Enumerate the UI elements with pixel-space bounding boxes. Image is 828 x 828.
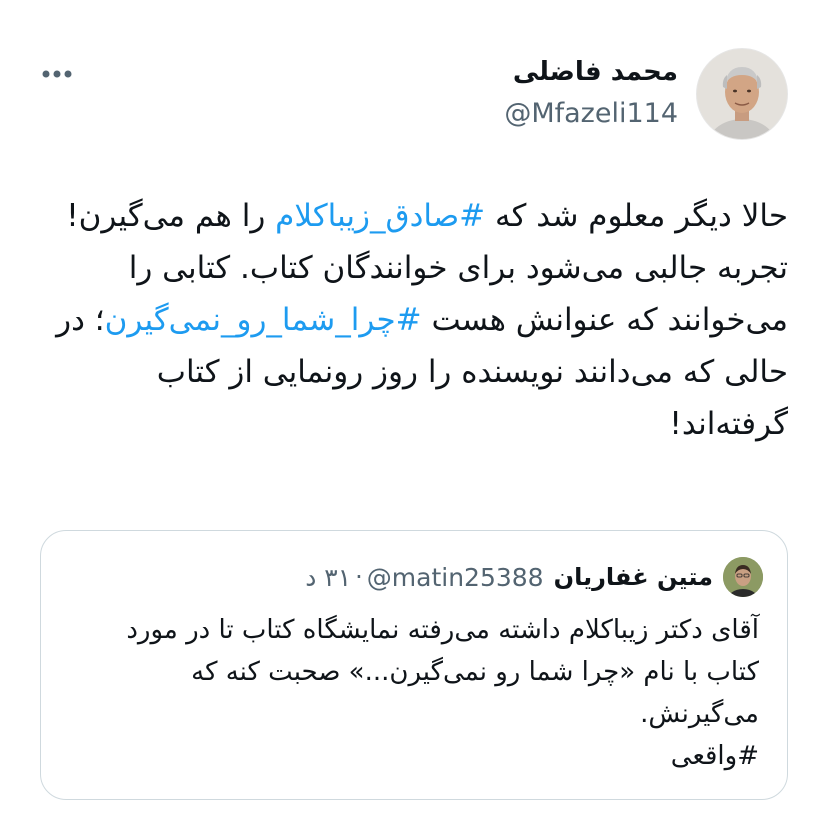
tweet-paragraph-1: حالا دیگر معلوم شد که #صادق_زیباکلام را … bbox=[40, 190, 788, 242]
quoted-tweet-text: آقای دکتر زیباکلام داشته می‌رفته نمایشگا… bbox=[69, 609, 759, 777]
quoted-tweet-time[interactable]: ۳۱ د bbox=[305, 563, 351, 592]
quoted-author-display-name[interactable]: متین غفاریان bbox=[554, 563, 713, 591]
quoted-tweet-header: متین غفاریان @matin25388 · ۳۱ د bbox=[65, 555, 763, 599]
tweet-text: حالا دیگر معلوم شد که #صادق_زیباکلام را … bbox=[40, 190, 788, 450]
quoted-author-avatar[interactable] bbox=[723, 557, 763, 597]
more-horizontal-icon[interactable] bbox=[40, 54, 80, 94]
tweet-text-segment: حالا دیگر معلوم شد که bbox=[485, 198, 788, 234]
separator-dot: · bbox=[355, 563, 363, 591]
tweet-paragraph-2: تجربه جالبی می‌شود برای خوانندگان کتاب. … bbox=[40, 242, 788, 450]
quoted-tweet[interactable]: متین غفاریان @matin25388 · ۳۱ د آقای دکت… bbox=[40, 530, 788, 800]
author-names: محمد فاضلی @Mfazeli114 bbox=[504, 54, 678, 134]
quoted-tweet-paragraph: آقای دکتر زیباکلام داشته می‌رفته نمایشگا… bbox=[126, 615, 759, 729]
tweet-text-segment: را هم می‌گیرن! bbox=[66, 198, 276, 234]
tweet-card: محمد فاضلی @Mfazeli114 حالا دیگر معلوم ش… bbox=[0, 0, 828, 828]
quoted-author-handle[interactable]: @matin25388 bbox=[367, 563, 544, 592]
author-avatar-image bbox=[697, 49, 787, 139]
hashtag-link[interactable]: #چرا_شما_رو_نمی‌گیرن bbox=[105, 302, 422, 338]
author-display-name[interactable]: محمد فاضلی bbox=[504, 54, 678, 90]
tweet-header: محمد فاضلی @Mfazeli114 bbox=[40, 48, 788, 144]
author-avatar[interactable] bbox=[696, 48, 788, 140]
hashtag-text[interactable]: #واقعی bbox=[671, 741, 759, 771]
quoted-author-avatar-image bbox=[723, 557, 763, 597]
author-handle[interactable]: @Mfazeli114 bbox=[504, 94, 678, 134]
quoted-tweet-hashtag: #واقعی bbox=[69, 735, 759, 777]
hashtag-link[interactable]: #صادق_زیباکلام bbox=[275, 198, 485, 234]
